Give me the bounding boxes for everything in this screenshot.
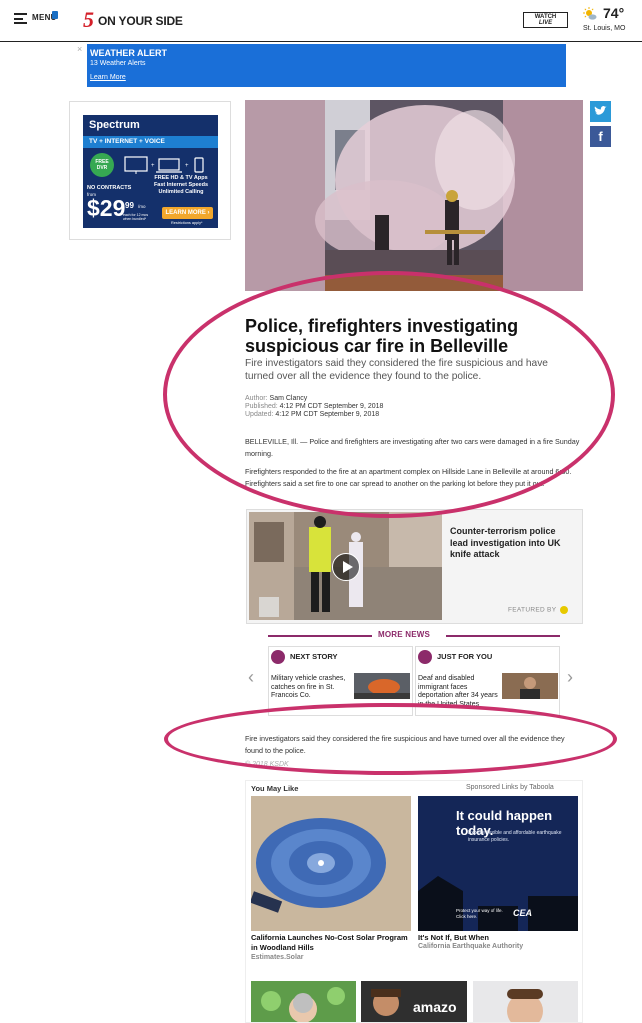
twitter-share-button[interactable] (590, 101, 611, 122)
alert-title: WEATHER ALERT (90, 48, 167, 58)
sponsored-links-module: You May Like Sponsored Links by Taboola … (245, 780, 583, 1023)
just-for-you-label: JUST FOR YOU (437, 651, 493, 661)
divider (446, 635, 560, 637)
article-summary: Fire investigators said they considered … (245, 734, 565, 755)
facebook-share-button[interactable]: f (590, 126, 611, 147)
ad-fine-print: each for 12 mos when bundled* (123, 213, 149, 221)
ad-no-contracts: NO CONTRACTS (87, 185, 132, 191)
author-line: Author: Sam Clancy (245, 395, 307, 402)
ad-restrictions: Restrictions apply* (171, 221, 203, 225)
next-story-label: NEXT STORY (290, 651, 338, 661)
article-paragraph: BELLEVILLE, Ill. — Police and firefighte… (245, 437, 580, 458)
user-icon (418, 650, 432, 664)
spectrum-ad[interactable]: Spectrum TV + INTERNET + VOICE FREE DVR … (83, 115, 218, 228)
alert-subtitle: 13 Weather Alerts (90, 60, 146, 67)
ad-container: Spectrum TV + INTERNET + VOICE FREE DVR … (69, 101, 231, 240)
sponsored-title[interactable]: It's Not If, But When (418, 933, 578, 943)
logo-number: 5 (83, 7, 94, 32)
ad-learn-more-button[interactable]: LEARN MORE › (162, 207, 213, 219)
sponsored-image[interactable] (251, 796, 411, 931)
just-for-you-title[interactable]: Deaf and disabled immigrant faces deport… (418, 675, 498, 709)
more-news-label: MORE NEWS (378, 630, 431, 639)
partly-sunny-icon (583, 7, 597, 20)
play-icon[interactable] (332, 553, 360, 581)
ad-cta: Protect your way of life. Click here. (456, 908, 503, 919)
temperature[interactable]: 74° (603, 5, 624, 21)
sponsored-source: California Earthquake Authority (418, 943, 524, 950)
video-thumbnail[interactable] (249, 512, 442, 620)
just-for-you-thumbnail[interactable] (502, 673, 558, 699)
updated-line: Updated: 4:12 PM CDT September 9, 2018 (245, 411, 379, 418)
sponsored-image[interactable]: It could happen today. Explore flexible … (418, 796, 578, 931)
ad-per-month: /mo (138, 204, 146, 209)
video-title[interactable]: Counter-terrorism police lead investigat… (450, 526, 575, 561)
article-headline: Police, firefighters investigating suspi… (245, 316, 519, 356)
ad-price: $29 (87, 195, 126, 221)
author-label: Author: (245, 395, 268, 402)
more-news-module: MORE NEWS NEXT STORY Military vehicle cr… (268, 629, 560, 719)
article-paragraph: Firefighters responded to the fire at an… (245, 467, 572, 488)
sponsored-by-taboola[interactable]: Sponsored Links by Taboola (466, 784, 554, 791)
location: St. Louis, MO (583, 25, 626, 32)
published-label: Published: (245, 403, 278, 410)
sponsored-image[interactable]: amazo (361, 981, 467, 1022)
article-hero-image (245, 100, 583, 291)
twitter-icon (594, 105, 607, 115)
ad-features: FREE HD & TV Apps Fast Internet Speeds U… (153, 175, 209, 195)
just-for-you-heading: JUST FOR YOU (418, 650, 492, 664)
sponsored-image[interactable] (251, 981, 356, 1022)
divider (268, 635, 372, 637)
copyright: © 2018 KSDK (245, 761, 289, 768)
featured-by: FEATURED BY (508, 606, 569, 614)
amazon-logo: amazo (413, 999, 457, 1015)
article-dek: Fire investigators said they considered … (245, 358, 548, 382)
next-story-thumbnail[interactable] (354, 673, 410, 699)
more-news-next-arrow[interactable]: › (567, 667, 573, 688)
cea-logo: CEA (513, 908, 533, 918)
ad-tagline: TV + INTERNET + VOICE (83, 136, 218, 148)
updated-label: Updated: (245, 411, 274, 418)
sponsored-image[interactable] (473, 981, 578, 1022)
updated-date: 4:12 PM CDT September 9, 2018 (275, 411, 380, 418)
published-date: 4:12 PM CDT September 9, 2018 (279, 403, 384, 410)
watch-live-button[interactable]: WATCH LIVE (523, 12, 568, 28)
ad-brand: Spectrum (89, 119, 140, 131)
you-may-like-heading: You May Like (251, 784, 299, 793)
notification-badge (52, 11, 58, 19)
ad-price-cents: 99 (125, 201, 134, 210)
site-header: MENU 5 ON YOUR SIDE WATCH LIVE 74° St. L… (0, 0, 642, 42)
featured-by-label: FEATURED BY (508, 606, 557, 614)
hamburger-icon (14, 13, 27, 24)
logo-text: ON YOUR SIDE (98, 14, 183, 28)
devices-icon: + + (124, 156, 204, 174)
ad-copy: Explore flexible and affordable earthqua… (468, 830, 562, 843)
sponsor-logo-icon (560, 606, 569, 614)
sponsored-source: Estimates.Solar (251, 954, 304, 961)
close-icon[interactable]: × (77, 44, 82, 54)
weather-alert-banner[interactable]: × WEATHER ALERT 13 Weather Alerts Learn … (77, 44, 566, 87)
sponsored-title[interactable]: California Launches No-Cost Solar Progra… (251, 933, 411, 953)
published-line: Published: 4:12 PM CDT September 9, 2018 (245, 403, 383, 410)
svg-text:+: + (151, 163, 155, 169)
facebook-icon: f (598, 129, 603, 144)
just-for-you-card[interactable]: JUST FOR YOU Deaf and disabled immigrant… (415, 646, 560, 716)
more-news-prev-arrow[interactable]: ‹ (248, 667, 254, 688)
author-name[interactable]: Sam Clancy (270, 395, 308, 402)
next-story-card[interactable]: NEXT STORY Military vehicle crashes, cat… (268, 646, 413, 716)
menu-button[interactable]: MENU (14, 11, 58, 27)
watch-live-label-2: LIVE (538, 20, 553, 26)
next-story-title[interactable]: Military vehicle crashes, catches on fir… (271, 675, 351, 701)
svg-text:+: + (185, 163, 189, 169)
alert-learn-more-link[interactable]: Learn More (90, 74, 126, 81)
ad-dvr-badge: FREE DVR (90, 153, 114, 177)
fast-forward-icon (271, 650, 285, 664)
featured-video-card[interactable]: Counter-terrorism police lead investigat… (246, 509, 583, 624)
next-story-heading: NEXT STORY (271, 650, 338, 664)
